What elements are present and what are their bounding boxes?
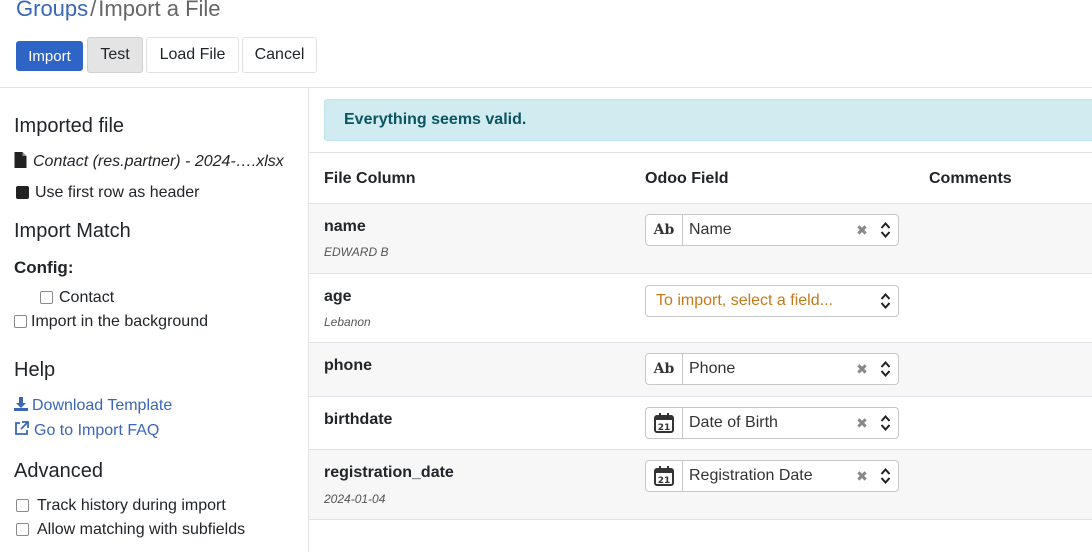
validation-message: Everything seems valid. — [344, 111, 527, 128]
column-name: birthdate — [324, 411, 393, 428]
import-background-label: Import in the background — [31, 313, 208, 330]
field-select-birthdate[interactable]: 21 Date of Birth ✖ — [645, 407, 899, 439]
svg-text:21: 21 — [658, 476, 671, 486]
cancel-button[interactable]: Cancel — [242, 37, 317, 73]
svg-text:21: 21 — [658, 423, 671, 433]
breadcrumb-separator: / — [90, 0, 97, 21]
column-name: age — [324, 288, 352, 305]
track-history-checkbox[interactable] — [16, 499, 29, 513]
header-file-column: File Column — [324, 170, 416, 187]
advanced-title: Advanced — [14, 460, 103, 482]
calendar-icon: 21 — [646, 408, 683, 438]
config-label: Config: — [14, 258, 74, 277]
import-background-option[interactable]: Import in the background — [14, 313, 208, 331]
field-select-value: Registration Date — [689, 467, 813, 484]
download-icon — [14, 397, 28, 411]
import-faq-link[interactable]: Go to Import FAQ — [14, 421, 159, 440]
field-select-phone[interactable]: Ab Phone ✖ — [645, 353, 899, 385]
clear-icon[interactable]: ✖ — [852, 415, 872, 432]
import-match-title: Import Match — [14, 220, 131, 242]
first-row-header-label: Use first row as header — [35, 184, 200, 201]
allow-matching-option[interactable]: Allow matching with subfields — [16, 521, 245, 539]
chevron-updown-icon[interactable] — [872, 467, 898, 485]
chevron-updown-icon[interactable] — [872, 221, 898, 239]
column-name: registration_date — [324, 464, 454, 481]
contact-option[interactable]: Contact — [40, 289, 114, 307]
header-odoo-field: Odoo Field — [645, 170, 729, 187]
chevron-updown-icon[interactable] — [872, 292, 898, 310]
text-ab-icon: Ab — [646, 215, 683, 245]
header-divider — [0, 87, 1092, 88]
import-faq-label: Go to Import FAQ — [34, 422, 160, 439]
field-select-registration-date[interactable]: 21 Registration Date ✖ — [645, 460, 899, 492]
allow-matching-checkbox[interactable] — [16, 523, 29, 537]
validation-alert: Everything seems valid. — [324, 99, 1092, 141]
header-comments: Comments — [929, 170, 1012, 187]
load-file-button[interactable]: Load File — [146, 37, 239, 73]
track-history-option[interactable]: Track history during import — [16, 497, 226, 515]
import-background-checkbox[interactable] — [14, 315, 27, 329]
field-select-name[interactable]: Ab Name ✖ — [645, 214, 899, 246]
clear-icon[interactable]: ✖ — [852, 222, 872, 239]
download-template-label: Download Template — [32, 397, 173, 414]
column-name: name — [324, 218, 366, 235]
download-template-link[interactable]: Download Template — [14, 397, 172, 415]
chevron-updown-icon[interactable] — [872, 360, 898, 378]
imported-file-row: Contact (res.partner) - 2024-….xlsx — [14, 152, 284, 171]
field-select-age[interactable]: To import, select a field... — [645, 285, 899, 317]
imported-file-name: Contact (res.partner) - 2024-….xlsx — [33, 153, 284, 170]
row-divider — [309, 273, 1092, 274]
imported-file-title: Imported file — [14, 115, 125, 137]
field-select-placeholder: To import, select a field... — [656, 292, 833, 309]
test-button[interactable]: Test — [87, 37, 143, 73]
contact-label: Contact — [59, 289, 115, 306]
column-sample: Lebanon — [324, 315, 371, 329]
column-name: phone — [324, 357, 372, 374]
external-link-icon — [15, 421, 29, 435]
page-title: Import a File — [98, 0, 221, 21]
clear-icon[interactable]: ✖ — [852, 361, 872, 378]
import-button[interactable]: Import — [16, 41, 83, 71]
track-history-label: Track history during import — [37, 497, 226, 514]
clear-icon[interactable]: ✖ — [852, 468, 872, 485]
table-top-border — [309, 152, 1092, 153]
field-select-value: Phone — [689, 360, 736, 377]
field-select-value: Name — [689, 221, 732, 238]
breadcrumb: Groups/Import a File — [16, 0, 221, 22]
chevron-updown-icon[interactable] — [872, 414, 898, 432]
calendar-icon: 21 — [646, 461, 683, 491]
first-row-header-checkbox[interactable] — [16, 186, 29, 200]
breadcrumb-groups-link[interactable]: Groups — [16, 0, 88, 21]
allow-matching-label: Allow matching with subfields — [37, 521, 246, 538]
text-ab-icon: Ab — [646, 354, 683, 384]
help-title: Help — [14, 359, 56, 381]
file-icon — [14, 152, 27, 168]
column-sample: EDWARD B — [324, 245, 389, 259]
column-sample: 2024-01-04 — [324, 492, 386, 506]
contact-checkbox[interactable] — [40, 291, 53, 305]
row-divider — [309, 519, 1092, 520]
row-divider — [309, 396, 1092, 397]
field-select-value: Date of Birth — [689, 414, 778, 431]
first-row-header-option[interactable]: Use first row as header — [16, 184, 200, 202]
